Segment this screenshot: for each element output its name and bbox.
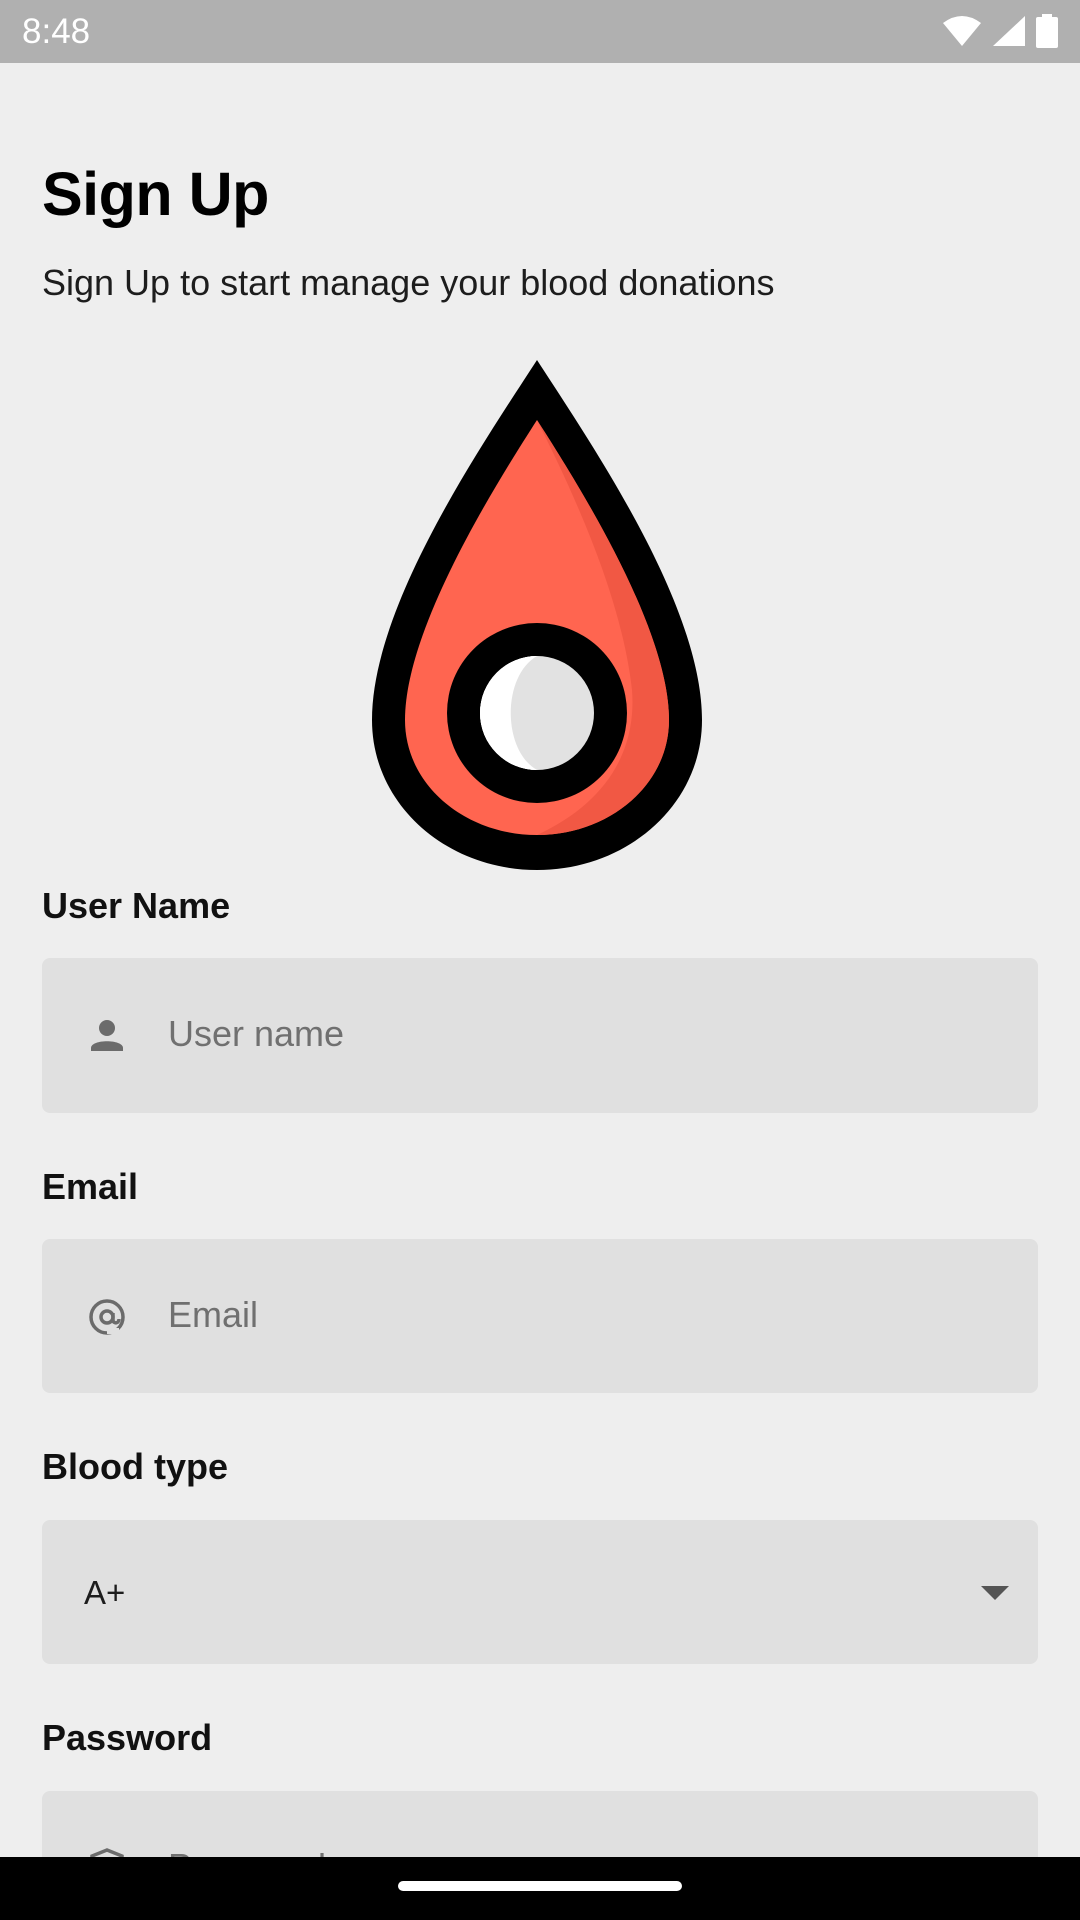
blood-drop-icon [372,360,702,870]
password-input[interactable]: Password [42,1791,1038,1857]
signal-icon [993,16,1025,46]
password-placeholder: Password [168,1846,326,1857]
dropdown-arrow-icon [981,1586,1009,1600]
email-input[interactable]: Email [42,1239,1038,1393]
blood-type-value: A+ [84,1574,126,1611]
username-placeholder: User name [168,1013,345,1054]
status-time: 8:48 [22,12,91,51]
navigation-bar [0,1857,1080,1920]
wifi-icon [943,16,981,46]
status-icons [942,14,1058,48]
at-icon [89,1299,125,1335]
email-label: Email [42,1166,139,1207]
home-indicator[interactable] [398,1881,682,1891]
lock-icon [90,1848,124,1857]
battery-icon [1036,14,1058,48]
page-subtitle: Sign Up to start manage your blood donat… [42,262,775,303]
sign-up-screen: Sign Up Sign Up to start manage your blo… [0,63,1080,1857]
password-label: Password [42,1717,213,1758]
username-label: User Name [42,885,231,926]
email-placeholder: Email [168,1294,259,1335]
blood-type-select[interactable]: A+ [42,1520,1038,1664]
person-icon [91,1020,123,1051]
status-bar: 8:48 [0,0,1080,63]
blood-type-label: Blood type [42,1446,228,1487]
page-title: Sign Up [42,160,269,228]
username-input[interactable]: User name [42,958,1038,1113]
